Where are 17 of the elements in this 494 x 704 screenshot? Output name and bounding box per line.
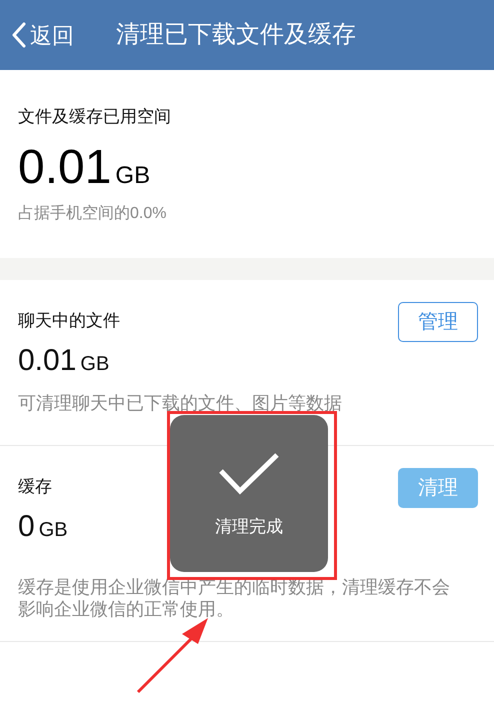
section-label: 缓存 xyxy=(18,476,53,498)
page-title: 清理已下载文件及缓存 xyxy=(116,20,356,50)
storage-value: 0.01 xyxy=(18,140,112,196)
storage-note: 占据手机空间的0.0% xyxy=(18,204,168,224)
toast-message: 清理完成 xyxy=(215,516,283,538)
storage-unit: GB xyxy=(115,160,150,190)
storage-unit: GB xyxy=(38,518,68,542)
back-icon xyxy=(12,22,26,48)
manage-button[interactable]: 管理 xyxy=(398,302,478,342)
section-label: 文件及缓存已用空间 xyxy=(18,106,172,128)
storage-value: 0.01 xyxy=(18,342,76,378)
section-description: 可清理聊天中已下载的文件、图片等数据 xyxy=(18,392,343,414)
storage-unit: GB xyxy=(80,352,110,376)
section-label: 聊天中的文件 xyxy=(18,310,120,332)
storage-value: 0 xyxy=(18,508,35,544)
check-icon xyxy=(218,451,280,496)
back-button[interactable]: 返回 xyxy=(12,18,74,52)
